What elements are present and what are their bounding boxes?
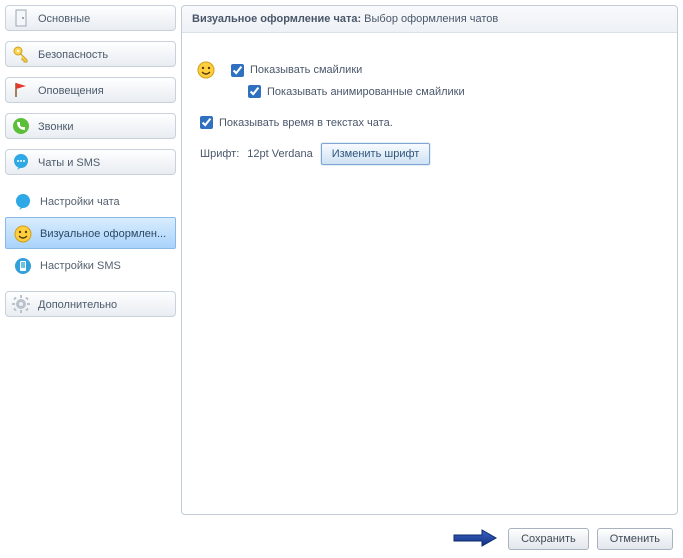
smiley-icon	[14, 224, 32, 242]
save-button[interactable]: Сохранить	[508, 528, 589, 550]
change-font-button[interactable]: Изменить шрифт	[321, 143, 431, 165]
door-icon	[12, 9, 30, 27]
show-animated-smilies-label: Показывать анимированные смайлики	[267, 86, 465, 98]
panel-title-rest: Выбор оформления чатов	[361, 13, 498, 25]
show-smilies-label: Показывать смайлики	[250, 64, 362, 76]
sidebar-sub-items: Настройки чата Визуальное оформлен... На…	[5, 185, 176, 281]
panel: Визуальное оформление чата: Выбор оформл…	[181, 5, 678, 515]
pointer-arrow-icon	[452, 527, 498, 552]
panel-body: Показывать смайлики Показывать анимирова…	[182, 33, 677, 165]
show-animated-smilies-checkbox[interactable]	[248, 85, 261, 98]
show-smilies-option[interactable]: Показывать смайлики	[231, 64, 362, 77]
sidebar-sub-chat-settings[interactable]: Настройки чата	[5, 185, 176, 217]
sms-settings-icon	[14, 256, 32, 274]
show-animated-smilies-row: Показывать анимированные смайлики	[248, 85, 659, 98]
sidebar-sub-visual-style[interactable]: Визуальное оформлен...	[5, 217, 176, 249]
smiley-icon	[197, 61, 215, 79]
gear-icon	[12, 295, 30, 313]
sidebar-sub-sms-settings[interactable]: Настройки SMS	[5, 249, 176, 281]
sidebar-item-label: Визуальное оформлен...	[40, 228, 166, 240]
chat-settings-icon	[14, 192, 32, 210]
show-time-checkbox[interactable]	[200, 116, 213, 129]
sidebar-item-label: Настройки чата	[40, 196, 120, 208]
show-time-label: Показывать время в текстах чата.	[219, 117, 393, 129]
sidebar-item-security[interactable]: Безопасность	[5, 41, 176, 67]
sidebar-item-general[interactable]: Основные	[5, 5, 176, 31]
show-time-option[interactable]: Показывать время в текстах чата.	[200, 116, 393, 129]
sidebar-item-label: Основные	[38, 13, 90, 25]
cancel-button[interactable]: Отменить	[597, 528, 673, 550]
sidebar-item-label: Безопасность	[38, 49, 108, 61]
show-time-row: Показывать время в текстах чата.	[200, 116, 659, 129]
flag-icon	[12, 81, 30, 99]
sidebar-item-label: Настройки SMS	[40, 260, 121, 272]
show-smilies-row: Показывать смайлики	[197, 61, 659, 79]
app-root: Основные Безопасность Оповещения Звонки	[0, 0, 683, 520]
panel-header: Визуальное оформление чата: Выбор оформл…	[182, 6, 677, 33]
content: Визуальное оформление чата: Выбор оформл…	[181, 0, 683, 520]
show-animated-smilies-option[interactable]: Показывать анимированные смайлики	[248, 85, 465, 98]
panel-title-bold: Визуальное оформление чата:	[192, 13, 361, 25]
sidebar-item-label: Оповещения	[38, 85, 104, 97]
footer: Сохранить Отменить	[0, 520, 683, 558]
chat-bubble-icon	[12, 153, 30, 171]
show-smilies-checkbox[interactable]	[231, 64, 244, 77]
sidebar-item-chats-sms[interactable]: Чаты и SMS	[5, 149, 176, 175]
sidebar-item-advanced[interactable]: Дополнительно	[5, 291, 176, 317]
sidebar-item-label: Чаты и SMS	[38, 157, 100, 169]
sidebar-item-notifications[interactable]: Оповещения	[5, 77, 176, 103]
font-value: 12pt Verdana	[247, 148, 312, 160]
phone-icon	[12, 117, 30, 135]
sidebar-item-label: Дополнительно	[38, 299, 117, 311]
font-label: Шрифт:	[200, 148, 239, 160]
font-row: Шрифт: 12pt Verdana Изменить шрифт	[200, 143, 659, 165]
sidebar: Основные Безопасность Оповещения Звонки	[0, 0, 181, 520]
sidebar-item-label: Звонки	[38, 121, 74, 133]
key-icon	[12, 45, 30, 63]
sidebar-item-calls[interactable]: Звонки	[5, 113, 176, 139]
